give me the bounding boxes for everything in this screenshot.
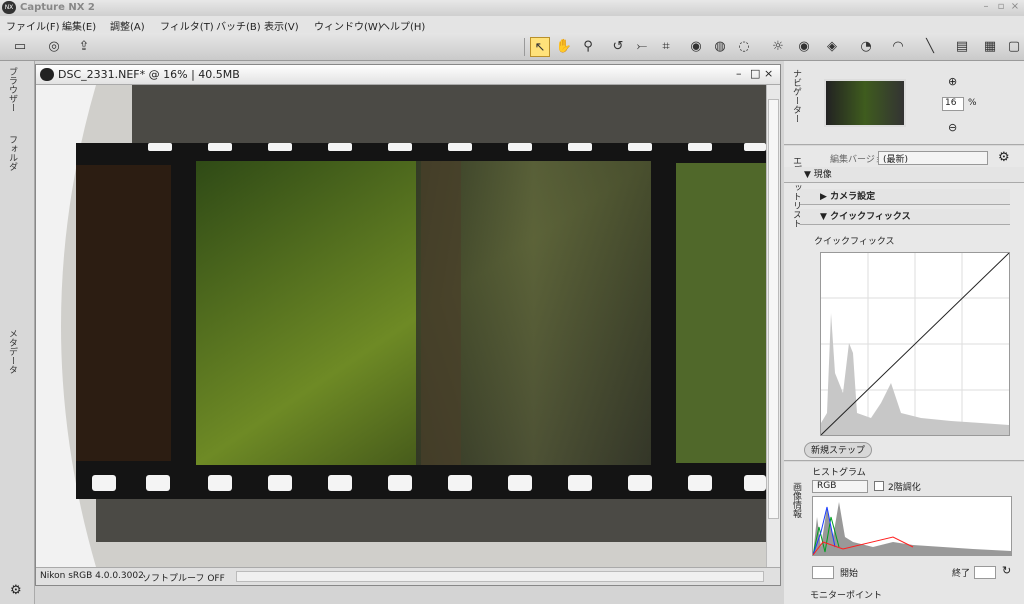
menu-view[interactable]: 表示(V) [264, 18, 299, 33]
minimize-window-button[interactable]: – [980, 1, 992, 13]
zoom-unit: % [968, 98, 977, 108]
settings-gear-icon[interactable]: ⚙ [10, 583, 22, 598]
menu-filter[interactable]: フィルタ(T) [160, 18, 214, 33]
photo-info-panel: 画像情報 ヒストグラム RGB 2階調化 開始 終了 ↻ モニターポイント [784, 462, 1024, 604]
document-window: DSC_2331.NEF* @ 16% | 40.5MB – □ × Nikon… [35, 64, 781, 586]
red-eye-tool-icon[interactable]: ◉ [686, 37, 706, 57]
title-bar: NX Capture NX 2 – ▫ × [0, 0, 1024, 16]
histogram-title: ヒストグラム [812, 468, 866, 478]
line-tool-icon[interactable]: ╲ [920, 37, 940, 57]
channel-select[interactable]: RGB [812, 480, 868, 493]
zoom-tool-icon[interactable]: ⚲ [578, 37, 598, 57]
histogram-graph [812, 496, 1012, 556]
reset-icon[interactable]: ↻ [1002, 564, 1011, 577]
version-select[interactable]: (最新) [878, 151, 988, 165]
quickfix-row[interactable]: ▼ クイックフィックス [800, 209, 1010, 225]
hand-tool-icon[interactable]: ✋ [554, 37, 574, 57]
white-point-icon[interactable]: ☼ [768, 37, 788, 57]
direct-select-tool-icon[interactable]: ↖ [530, 37, 550, 57]
selection-brush-icon[interactable]: ◔ [856, 37, 876, 57]
image-canvas[interactable] [36, 85, 766, 567]
end-field[interactable] [974, 566, 996, 579]
color-point-icon[interactable]: ◌ [734, 37, 754, 57]
close-window-button[interactable]: × [1009, 1, 1021, 13]
fill-tool-icon[interactable]: ▦ [980, 37, 1000, 57]
output-icon[interactable]: ⇪ [74, 37, 94, 57]
vertical-scrollbar[interactable] [766, 85, 780, 567]
develop-section[interactable]: ▼ 現像 [784, 167, 1024, 183]
marquee-icon[interactable]: ▢ [1004, 37, 1024, 57]
menu-file[interactable]: ファイル(F) [6, 18, 60, 33]
menu-help[interactable]: ヘルプ(H) [380, 18, 425, 33]
color-profile-label: Nikon sRGB 4.0.0.3002 [40, 571, 144, 581]
horizontal-scrollbar[interactable] [236, 571, 764, 582]
softproof-toggle[interactable]: ソフトプルーフ OFF [142, 571, 225, 584]
two-tone-checkbox[interactable] [874, 481, 884, 491]
zoom-field[interactable]: 16 [942, 97, 964, 111]
right-panel: ナビゲーター ⊕ 16 % ⊖ エディットリスト 編集バージョン (最新) ⚙ … [784, 61, 1024, 604]
navigator-thumbnail[interactable] [824, 79, 906, 127]
quickfix-item-label: クイックフィックス [814, 237, 895, 247]
browser-tab[interactable]: ブラウザー [3, 67, 19, 112]
start-label: 開始 [840, 569, 859, 579]
doc-maximize-button[interactable]: □ [750, 67, 760, 80]
tone-curve [820, 252, 1010, 436]
camera-settings-row[interactable]: ▶ カメラ設定 [800, 189, 1010, 205]
workspace-icon[interactable]: ▭ [10, 37, 30, 57]
start-field[interactable] [812, 566, 834, 579]
film-scan-image [36, 85, 766, 567]
doc-minimize-button[interactable]: – [736, 67, 742, 80]
zoom-in-icon[interactable]: ⊕ [948, 75, 957, 88]
eye-icon[interactable]: ◉ [794, 37, 814, 57]
window-title: Capture NX 2 [20, 2, 95, 13]
straighten-tool-icon[interactable]: ⤚ [632, 37, 652, 57]
scroll-thumb[interactable] [768, 99, 779, 519]
quickfix-header-label: クイックフィックス [830, 212, 911, 222]
rotate-tool-icon[interactable]: ↺ [608, 37, 628, 57]
app-logo-icon: NX [2, 1, 16, 14]
lasso-icon[interactable]: ◠ [888, 37, 908, 57]
menu-bar: ファイル(F) 編集(E) 調整(A) フィルタ(T) バッチ(B) 表示(V)… [0, 16, 1024, 33]
new-step-button[interactable]: 新規ステップ [804, 442, 873, 458]
folder-tab[interactable]: フォルダ [3, 135, 19, 171]
curve-graph[interactable] [820, 252, 1010, 436]
left-panel: ブラウザー フォルダ メタデータ ⚙ [0, 61, 35, 604]
navigator-panel: ナビゲーター ⊕ 16 % ⊖ [784, 61, 1024, 145]
status-bar: Nikon sRGB 4.0.0.3002 ソフトプルーフ OFF [36, 567, 780, 585]
camera-icon[interactable]: ◎ [44, 37, 64, 57]
metadata-tab[interactable]: メタデータ [3, 329, 19, 374]
options-gear-icon[interactable]: ⚙ [998, 150, 1010, 165]
camera-settings-label: カメラ設定 [830, 192, 876, 202]
menu-window[interactable]: ウィンドウ(W) [314, 18, 382, 33]
doc-close-button[interactable]: × [764, 67, 773, 80]
photo-info-tab[interactable]: 画像情報 [787, 482, 803, 518]
menu-batch[interactable]: バッチ(B) [216, 18, 261, 33]
tag-icon[interactable]: ◈ [822, 37, 842, 57]
navigator-tab[interactable]: ナビゲーター [787, 69, 803, 123]
two-tone-label: 2階調化 [888, 483, 921, 493]
zoom-out-icon[interactable]: ⊖ [948, 121, 957, 134]
toolbar: ▭ ◎ ⇪ ↖ ✋ ⚲ ↺ ⤚ ⌗ ◉ ◍ ◌ ☼ ◉ ◈ ◔ ◠ ╲ ▤ ▦ … [0, 33, 1024, 61]
maximize-window-button[interactable]: ▫ [995, 1, 1007, 13]
auto-retouch-brush-icon[interactable]: ◍ [710, 37, 730, 57]
menu-edit[interactable]: 編集(E) [62, 18, 96, 33]
document-title: DSC_2331.NEF* @ 16% | 40.5MB [58, 68, 240, 81]
crop-tool-icon[interactable]: ⌗ [656, 37, 676, 57]
develop-label: 現像 [813, 170, 832, 180]
monitor-point-label[interactable]: モニターポイント [810, 588, 882, 601]
menu-adjust[interactable]: 調整(A) [110, 18, 145, 33]
gradient-tool-icon[interactable]: ▤ [952, 37, 972, 57]
nef-file-icon [40, 68, 54, 81]
end-label: 終了 [952, 569, 971, 579]
edit-list-panel: エディットリスト 編集バージョン (最新) ⚙ ▼ 現像 ▶ カメラ設定 ▼ ク… [784, 146, 1024, 461]
document-title-bar: DSC_2331.NEF* @ 16% | 40.5MB – □ × [36, 65, 780, 85]
